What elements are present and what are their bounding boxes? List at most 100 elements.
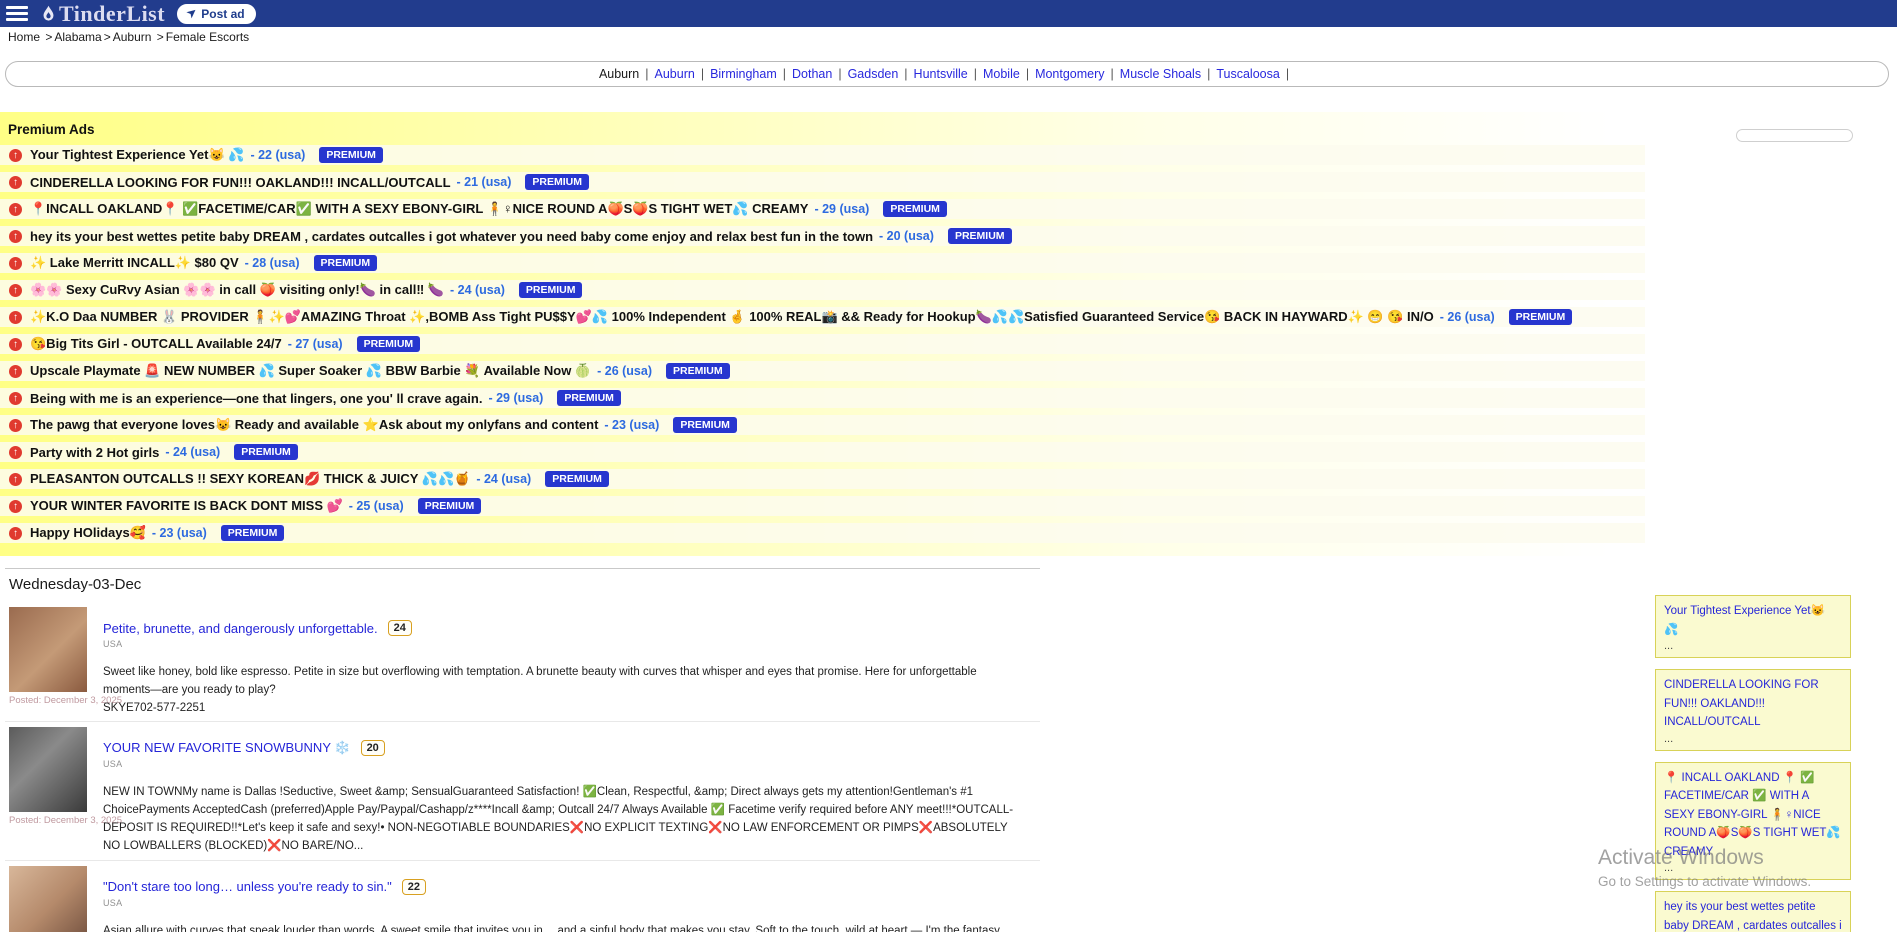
city-link-tuscaloosa[interactable]: Tuscaloosa (1216, 67, 1279, 81)
bump-up-icon (9, 230, 22, 243)
listing-item: Posted: December 3, 2025 Petite, brunett… (5, 602, 1040, 722)
premium-ad-row: ✨ Lake Merritt INCALL✨ $80 QV - 28 (usa)… (0, 253, 1645, 273)
premium-badge: PREMIUM (525, 174, 589, 190)
premium-ad-age-link[interactable]: - 29 (usa) (488, 391, 543, 405)
premium-ad-row: Being with me is an experience—one that … (0, 388, 1645, 408)
breadcrumb: Home >Alabama>Auburn >Female Escorts (8, 30, 251, 44)
listing-thumbnail[interactable] (9, 727, 87, 812)
premium-badge: PREMIUM (666, 363, 730, 379)
premium-ad-age-link[interactable]: - 22 (usa) (250, 148, 305, 162)
posted-date: Posted: December 3, 2025 (9, 695, 89, 706)
city-link-muscle-shoals[interactable]: Muscle Shoals (1120, 67, 1201, 81)
premium-ad-title[interactable]: hey its your best wettes petite baby DRE… (30, 229, 873, 244)
date-header: Wednesday-03-Dec (5, 569, 1040, 602)
premium-ad-title[interactable]: 📍INCALL OAKLAND📍 ✅FACETIME/CAR✅ WITH A S… (30, 201, 808, 217)
premium-ad-age-link[interactable]: - 24 (usa) (165, 445, 220, 459)
premium-ad-age-link[interactable]: - 20 (usa) (879, 229, 934, 243)
listing-description: Sweet like honey, bold like espresso. Pe… (103, 664, 1018, 717)
premium-ad-age-link[interactable]: - 29 (usa) (814, 202, 869, 216)
premium-ad-title[interactable]: Being with me is an experience—one that … (30, 391, 482, 406)
post-ad-label: Post ad (201, 7, 244, 21)
listing-title-link[interactable]: "Don't stare too long… unless you're rea… (103, 879, 392, 894)
premium-ad-title[interactable]: YOUR WINTER FAVORITE IS BACK DONT MISS 💕 (30, 498, 343, 514)
city-link-montgomery[interactable]: Montgomery (1035, 67, 1104, 81)
listing-country: USA (103, 759, 1018, 769)
sidebar-ad-more: ... (1664, 733, 1842, 745)
sidebar-ad-link[interactable]: 📍 INCALL OAKLAND 📍 ✅ FACETIME/CAR ✅ WITH… (1664, 772, 1841, 858)
hamburger-menu-icon[interactable] (0, 0, 34, 27)
sidebar-ad-box: hey its your best wettes petite baby DRE… (1655, 891, 1851, 932)
premium-ad-row: CINDERELLA LOOKING FOR FUN!!! OAKLAND!!!… (0, 172, 1645, 192)
premium-ad-title[interactable]: The pawg that everyone loves😺 Ready and … (30, 417, 598, 433)
listing-title-link[interactable]: YOUR NEW FAVORITE SNOWBUNNY ❄️ (103, 740, 351, 756)
post-ad-button[interactable]: ➤ Post ad (177, 4, 256, 24)
sidebar-ad-box: Your Tightest Experience Yet😺 💦 ... (1655, 595, 1851, 658)
premium-ad-age-link[interactable]: - 24 (usa) (476, 472, 531, 486)
premium-ad-title[interactable]: Happy HOlidays🥰 (30, 525, 146, 541)
city-link-auburn[interactable]: Auburn (655, 67, 695, 81)
listing-thumbnail[interactable] (9, 866, 87, 932)
premium-ad-age-link[interactable]: - 25 (usa) (349, 499, 404, 513)
premium-ad-title[interactable]: Your Tightest Experience Yet😺 💦 (30, 147, 244, 163)
city-link-huntsville[interactable]: Huntsville (914, 67, 968, 81)
premium-ad-age-link[interactable]: - 24 (usa) (450, 283, 505, 297)
age-badge: 22 (402, 879, 426, 895)
premium-ad-row: Your Tightest Experience Yet😺 💦 - 22 (us… (0, 145, 1645, 165)
breadcrumb-separator: > (42, 30, 52, 44)
premium-ad-age-link[interactable]: - 21 (usa) (457, 175, 512, 189)
premium-ad-age-link[interactable]: - 28 (usa) (245, 256, 300, 270)
listing-country: USA (103, 639, 1018, 649)
premium-ad-age-link[interactable]: - 26 (usa) (1440, 310, 1495, 324)
premium-ad-title[interactable]: Upscale Playmate 🚨 NEW NUMBER 💦 Super So… (30, 363, 591, 379)
bump-up-icon (9, 149, 22, 162)
city-separator: | (1026, 67, 1029, 81)
sidebar-ad-link[interactable]: CINDERELLA LOOKING FOR FUN!!! OAKLAND!!!… (1664, 679, 1819, 728)
city-link-dothan[interactable]: Dothan (792, 67, 832, 81)
premium-ad-title[interactable]: CINDERELLA LOOKING FOR FUN!!! OAKLAND!!!… (30, 175, 451, 190)
breadcrumb-home[interactable]: Home (8, 30, 40, 44)
city-link-birmingham[interactable]: Birmingham (710, 67, 777, 81)
listing-title-link[interactable]: Petite, brunette, and dangerously unforg… (103, 621, 378, 636)
premium-ads-header: Premium Ads (0, 120, 1645, 145)
premium-ad-title[interactable]: Party with 2 Hot girls (30, 445, 159, 460)
bump-up-icon (9, 257, 22, 270)
bump-up-icon (9, 527, 22, 540)
listing-country: USA (103, 898, 1018, 908)
premium-ad-title[interactable]: ✨K.O Daa NUMBER 🐰 PROVIDER 🧍✨💕AMAZING Th… (30, 309, 1434, 325)
premium-ad-row: hey its your best wettes petite baby DRE… (0, 226, 1645, 246)
city-separator: | (1286, 67, 1289, 81)
brand-logo[interactable]: TinderList (40, 1, 165, 27)
sidebar-ad-more: ... (1664, 862, 1842, 874)
premium-ad-title[interactable]: 😘Big Tits Girl - OUTCALL Available 24/7 (30, 336, 282, 352)
sidebar-ad-link[interactable]: hey its your best wettes petite baby DRE… (1664, 901, 1842, 932)
sidebar-ad-link[interactable]: Your Tightest Experience Yet😺 💦 (1664, 605, 1825, 636)
premium-ad-title[interactable]: ✨ Lake Merritt INCALL✨ $80 QV (30, 255, 239, 271)
premium-ad-age-link[interactable]: - 27 (usa) (288, 337, 343, 351)
premium-badge: PREMIUM (519, 282, 583, 298)
top-navbar: TinderList ➤ Post ad (0, 0, 1897, 27)
bump-up-icon (9, 338, 22, 351)
city-link-gadsden[interactable]: Gadsden (848, 67, 899, 81)
premium-badge: PREMIUM (319, 147, 383, 163)
breadcrumb-state[interactable]: Alabama (54, 30, 101, 44)
paper-plane-icon: ➤ (186, 6, 200, 20)
premium-ad-age-link[interactable]: - 23 (usa) (152, 526, 207, 540)
city-current: Auburn (599, 67, 639, 81)
bump-up-icon (9, 392, 22, 405)
premium-badge: PREMIUM (883, 201, 947, 217)
bump-up-icon (9, 176, 22, 189)
listing-item: Posted: December 3, 2025 YOUR NEW FAVORI… (5, 722, 1040, 860)
premium-ad-row: 😘Big Tits Girl - OUTCALL Available 24/7 … (0, 334, 1645, 354)
listing-description: Asian allure with curves that speak loud… (103, 923, 1018, 932)
premium-ad-title[interactable]: 🌸🌸 Sexy CuRvy Asian 🌸🌸 in call 🍑 visitin… (30, 282, 444, 298)
city-link-mobile[interactable]: Mobile (983, 67, 1020, 81)
premium-ad-row: Upscale Playmate 🚨 NEW NUMBER 💦 Super So… (0, 361, 1645, 381)
bump-up-icon (9, 365, 22, 378)
premium-ad-title[interactable]: PLEASANTON OUTCALLS !! SEXY KOREAN💋 THIC… (30, 471, 470, 487)
city-separator: | (974, 67, 977, 81)
premium-ad-age-link[interactable]: - 26 (usa) (597, 364, 652, 378)
listing-thumbnail[interactable] (9, 607, 87, 692)
breadcrumb-city[interactable]: Auburn (113, 30, 152, 44)
daily-listings-section: Wednesday-03-Dec Posted: December 3, 202… (5, 568, 1040, 932)
premium-ad-age-link[interactable]: - 23 (usa) (604, 418, 659, 432)
